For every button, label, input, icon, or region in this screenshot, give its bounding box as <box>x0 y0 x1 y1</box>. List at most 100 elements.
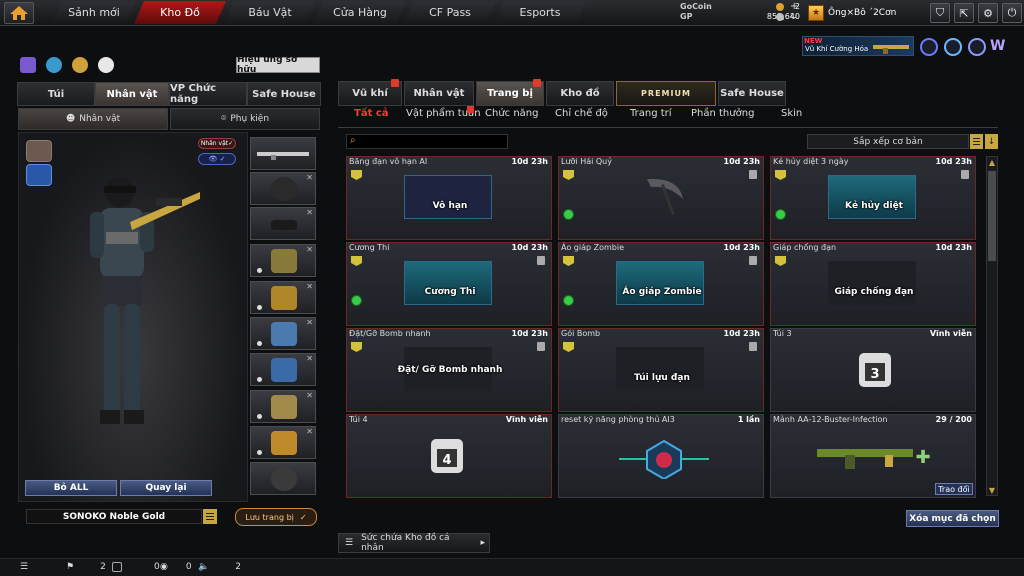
item-card[interactable]: Đặt/Gỡ Bomb nhanh 10d 23h Đặt/ Gỡ Bomb n… <box>346 328 552 412</box>
bag-3-icon: 3 <box>859 353 891 387</box>
sort-direction-icon[interactable]: ↓ <box>985 134 998 149</box>
rotate-icon[interactable] <box>46 57 62 73</box>
remove-icon[interactable]: ✕ <box>306 282 313 291</box>
search-input[interactable] <box>363 135 503 148</box>
slot-accessory-7[interactable] <box>250 462 316 495</box>
slot-accessory-4[interactable]: ✕ <box>250 353 316 386</box>
nav-tab-treasure[interactable]: Báu Vật <box>224 1 316 24</box>
scroll-up-icon[interactable]: ▲ <box>987 157 997 167</box>
item-card[interactable]: Lưỡi Hái Quỷ 10d 23h <box>558 156 764 240</box>
event-icon-1[interactable] <box>920 38 938 56</box>
gift-icon[interactable] <box>20 57 36 73</box>
tab-storage[interactable]: Kho đồ <box>546 81 614 106</box>
slot-accessory-6[interactable]: ✕ <box>250 426 316 459</box>
filter-functional[interactable]: Chức năng <box>485 108 539 119</box>
filter-mode-only[interactable]: Chỉ chế độ <box>555 108 608 119</box>
subtab-accessories[interactable]: ⌾ Phụ kiện <box>170 108 320 130</box>
sort-dropdown[interactable]: Sắp xếp cơ bản <box>807 134 969 149</box>
wolf-mode-icon[interactable] <box>26 140 52 162</box>
item-scrollbar[interactable]: ▲ ▼ <box>986 156 998 496</box>
home-button[interactable] <box>4 2 34 24</box>
item-card[interactable]: reset kỹ năng phòng thủ AI3 1 lần <box>558 414 764 498</box>
sort-menu-icon[interactable] <box>970 134 983 149</box>
remove-icon[interactable]: ✕ <box>306 173 313 182</box>
left-tab-safe-house[interactable]: Safe House <box>247 82 321 106</box>
promo-text: Vũ Khí Cường Hóa <box>805 45 869 53</box>
gocoin-icon <box>776 3 784 11</box>
item-card[interactable]: Áo giáp Zombie 10d 23h Áo giáp Zombie <box>558 242 764 326</box>
tab-characters[interactable]: Nhân vật <box>404 81 474 106</box>
filter-skin[interactable]: Skin <box>781 108 802 119</box>
remove-icon[interactable]: ✕ <box>306 391 313 400</box>
ownership-effect-button[interactable]: Hiệu ứng sở hữu <box>236 55 320 75</box>
tab-weapons[interactable]: Vũ khí <box>338 79 402 106</box>
slot-accessory-3[interactable]: ✕ <box>250 317 316 350</box>
preset-menu-icon[interactable] <box>203 509 217 524</box>
tab-safe-house[interactable]: Safe House <box>718 81 786 106</box>
sound-icon[interactable] <box>72 57 88 73</box>
zombie-mode-icon[interactable] <box>26 164 52 186</box>
scroll-thumb[interactable] <box>988 171 996 261</box>
player-info[interactable]: ★ Ông×Bô ´2Cơn <box>808 4 896 22</box>
list-icon[interactable]: ☰ <box>20 562 28 572</box>
item-card[interactable]: Kẻ hủy diệt 3 ngày 10d 23h Kẻ hủy diệt <box>770 156 976 240</box>
visibility-toggle[interactable]: 👁 ✓ <box>198 153 236 165</box>
mouse-icon[interactable] <box>98 57 114 73</box>
slot-accessory-1[interactable]: ✕ <box>250 244 316 277</box>
promo-banner[interactable]: NEW Vũ Khí Cường Hóa <box>802 36 914 56</box>
left-tab-character[interactable]: Nhân vật <box>95 82 169 106</box>
shield-icon[interactable]: ⛉ <box>930 3 950 23</box>
tab-equipment[interactable]: Trang bị <box>476 79 544 106</box>
item-card[interactable]: Túi 3 Vĩnh viễn 3 <box>770 328 976 412</box>
zombie-mode-icon <box>563 295 574 306</box>
item-card[interactable]: Cương Thi 10d 23h Cương Thi <box>346 242 552 326</box>
item-caption: Áo giáp Zombie <box>622 287 702 297</box>
nav-tab-inventory[interactable]: Kho Đồ <box>134 1 226 24</box>
remove-icon[interactable]: ✕ <box>306 208 313 217</box>
scroll-down-icon[interactable]: ▼ <box>987 485 997 495</box>
remove-icon[interactable]: ✕ <box>306 354 313 363</box>
nav-tab-shop[interactable]: Cửa Hàng <box>314 1 406 24</box>
item-card[interactable]: Gói Bomb 10d 23h Túi lựu đạn <box>558 328 764 412</box>
filter-rewards[interactable]: Phần thưởng <box>691 108 754 119</box>
add-currency-icon[interactable]: + <box>790 1 798 12</box>
event-icon-3[interactable] <box>968 38 986 56</box>
left-tab-functional[interactable]: VP Chức năng <box>169 82 247 106</box>
slot-helmet[interactable]: ✕ <box>250 172 316 205</box>
power-icon[interactable]: ⏻ <box>1002 3 1022 23</box>
lock-icon <box>749 342 757 351</box>
v-icon[interactable]: W <box>990 38 1008 56</box>
search-box[interactable]: ⌕ <box>346 134 508 149</box>
reset-all-button[interactable]: Bỏ ALL <box>25 480 117 496</box>
clear-selected-button[interactable]: Xóa mục đã chọn <box>906 510 999 527</box>
trade-button[interactable]: Trao đổi <box>935 483 973 495</box>
gear-icon[interactable]: ⚙ <box>978 3 998 23</box>
nav-tab-esports[interactable]: Esports <box>494 1 586 24</box>
nav-tab-lobby[interactable]: Sảnh mới <box>52 1 136 24</box>
exit-icon[interactable]: ⇱ <box>954 3 974 23</box>
remove-icon[interactable]: ✕ <box>306 318 313 327</box>
storage-capacity-button[interactable]: ☰ Sức chứa Kho đồ cá nhân ▸ <box>338 533 490 553</box>
eye-icon: 👁 ✓ <box>208 155 226 163</box>
tab-premium[interactable]: PREMIUM <box>616 81 716 106</box>
item-card[interactable]: Túi 4 Vĩnh viễn 4 <box>346 414 552 498</box>
item-card[interactable]: Giáp chống đạn 10d 23h Giáp chống đạn <box>770 242 976 326</box>
event-icon-2[interactable] <box>944 38 962 56</box>
item-card[interactable]: Mảnh AA-12-Buster-Infection 29 / 200 ✚ T… <box>770 414 976 498</box>
slot-glasses[interactable]: ✕ <box>250 207 316 240</box>
item-card[interactable]: Băng đạn vô hạn AI 10d 23h Vô hạn <box>346 156 552 240</box>
slot-accessory-2[interactable]: ✕ <box>250 281 316 314</box>
save-loadout-button[interactable]: Lưu trang bị ✓ <box>235 508 317 526</box>
remove-icon[interactable]: ✕ <box>306 427 313 436</box>
slot-primary-weapon[interactable] <box>250 137 316 170</box>
subtab-accessories-label: Phụ kiện <box>230 114 270 124</box>
filter-all[interactable]: Tất cả <box>354 108 389 119</box>
nav-tab-cf-pass[interactable]: CF Pass <box>404 1 496 24</box>
remove-icon[interactable]: ✕ <box>306 245 313 254</box>
slot-accessory-5[interactable]: ✕ <box>250 390 316 423</box>
subtab-character[interactable]: ☻ Nhân vật <box>18 108 168 130</box>
refresh-icon[interactable]: ↻ <box>790 12 798 22</box>
filter-decoration[interactable]: Trang trí <box>630 108 672 119</box>
back-button[interactable]: Quay lại <box>120 480 212 496</box>
left-tab-bag[interactable]: Túi <box>17 82 95 106</box>
